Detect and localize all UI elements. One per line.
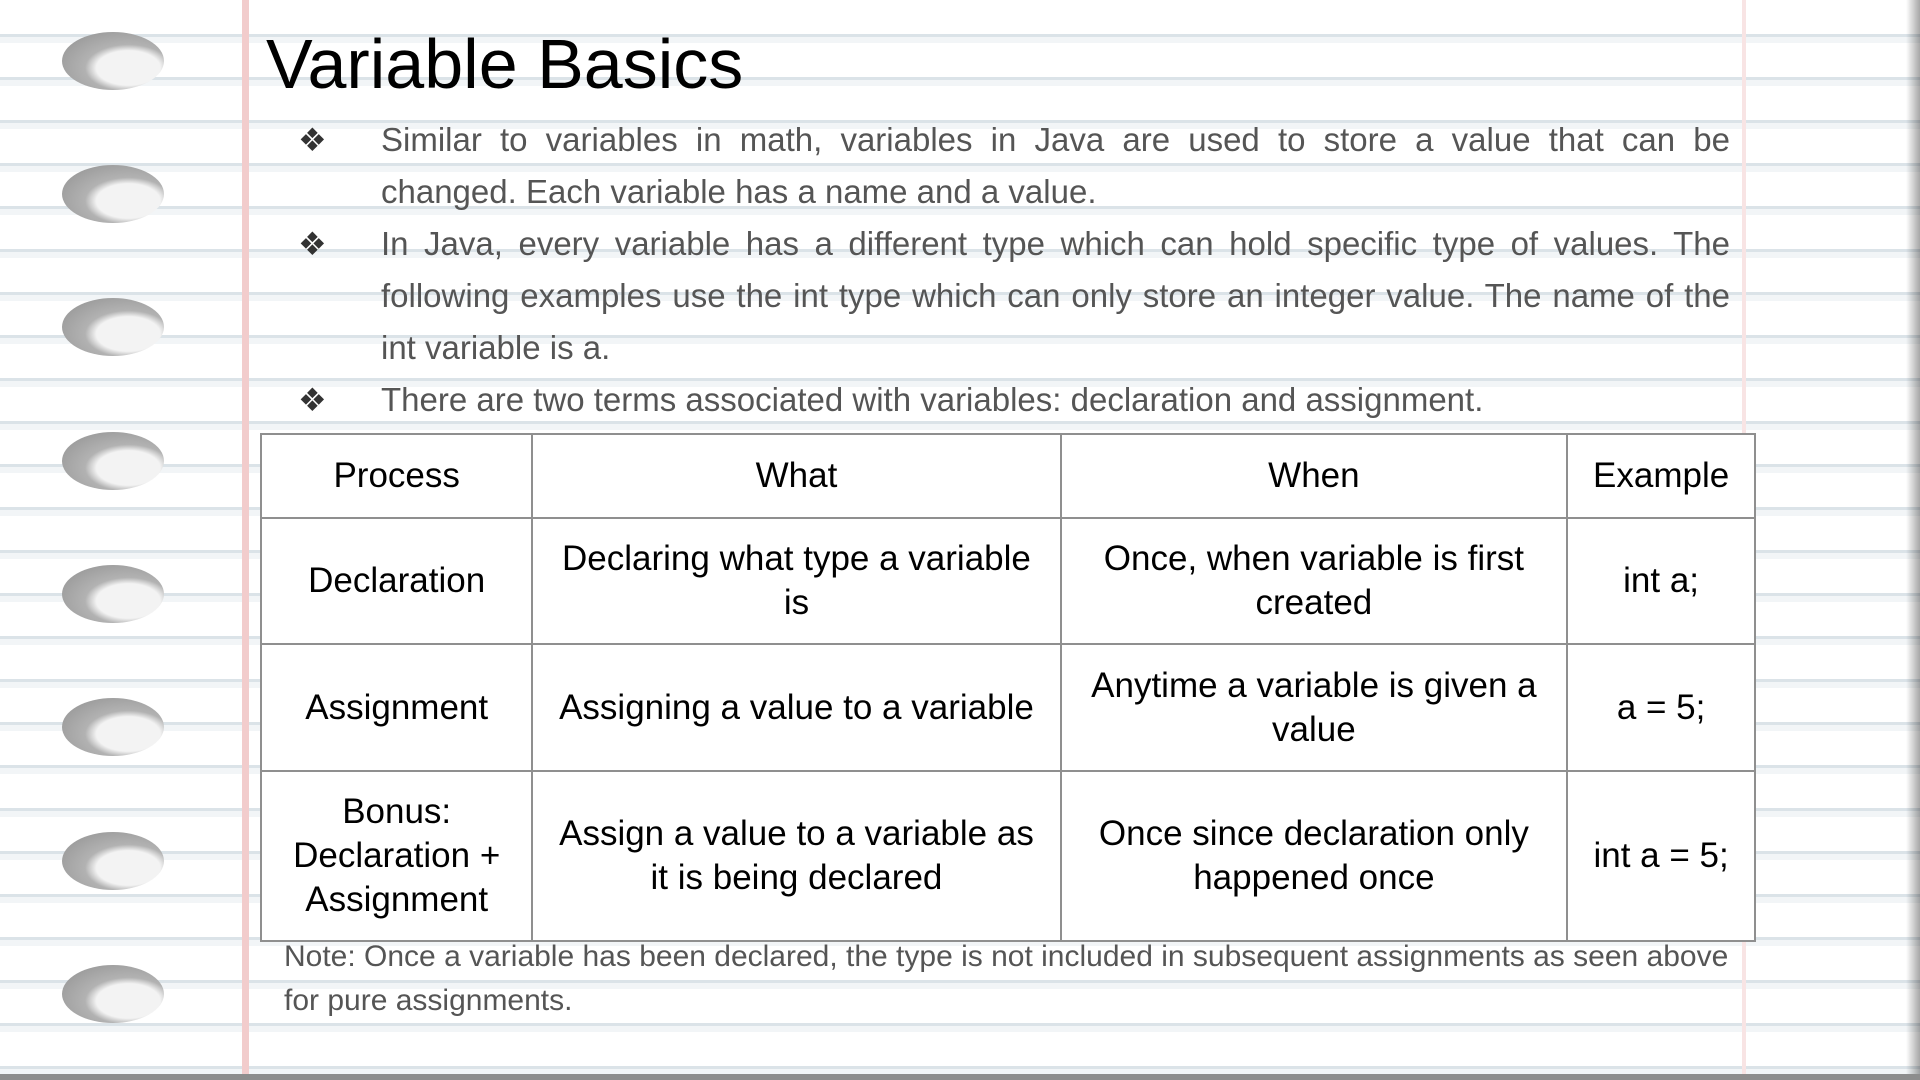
table-cell: Declaration xyxy=(259,517,534,645)
variable-process-table: Process What When Example Declaration De… xyxy=(259,433,1756,942)
table-row: Declaration Declaring what type a variab… xyxy=(259,517,1756,645)
table-row: Bonus: Declaration + Assignment Assign a… xyxy=(259,770,1756,942)
table-cell: Assign a value to a variable as it is be… xyxy=(531,770,1062,942)
bullet-item: ❖ In Java, every variable has a differen… xyxy=(298,218,1730,374)
table-cell: Bonus: Declaration + Assignment xyxy=(259,770,534,942)
binder-hole xyxy=(62,32,164,90)
binder-hole xyxy=(62,965,164,1023)
page-edge-shadow xyxy=(1906,0,1920,1080)
table-cell: Declaring what type a variable is xyxy=(531,517,1062,645)
page-bottom-shadow xyxy=(0,1074,1920,1080)
diamond-bullet-icon: ❖ xyxy=(298,122,327,158)
bullet-item: ❖ Similar to variables in math, variable… xyxy=(298,114,1730,218)
bullet-text: Similar to variables in math, variables … xyxy=(381,121,1730,210)
diamond-bullet-icon: ❖ xyxy=(298,226,327,262)
table-cell: int a = 5; xyxy=(1566,770,1756,942)
margin-line-left xyxy=(242,0,249,1080)
binder-hole xyxy=(62,565,164,623)
table-row: Assignment Assigning a value to a variab… xyxy=(259,643,1756,772)
slide-title: Variable Basics xyxy=(266,25,744,103)
bullet-list: ❖ Similar to variables in math, variable… xyxy=(298,114,1730,426)
binder-hole xyxy=(62,298,164,356)
diamond-bullet-icon: ❖ xyxy=(298,382,327,418)
binder-hole xyxy=(62,698,164,756)
table-header-row: Process What When Example xyxy=(259,433,1756,519)
header-what: What xyxy=(531,433,1062,519)
binder-hole xyxy=(62,165,164,223)
table-cell: int a; xyxy=(1566,517,1756,645)
binder-hole xyxy=(62,432,164,490)
bullet-item: ❖ There are two terms associated with va… xyxy=(298,374,1730,426)
bullet-text: There are two terms associated with vari… xyxy=(381,381,1484,418)
header-when: When xyxy=(1059,433,1569,519)
bullet-text: In Java, every variable has a different … xyxy=(381,225,1730,366)
table-cell: a = 5; xyxy=(1566,643,1756,772)
header-example: Example xyxy=(1566,433,1756,519)
table-cell: Assigning a value to a variable xyxy=(531,643,1062,772)
header-process: Process xyxy=(259,433,534,519)
table-cell: Once, when variable is first created xyxy=(1059,517,1569,645)
table-cell: Once since declaration only happened onc… xyxy=(1059,770,1569,942)
binder-holes xyxy=(62,32,168,1032)
table-cell: Anytime a variable is given a value xyxy=(1059,643,1569,772)
binder-hole xyxy=(62,832,164,890)
footnote: Note: Once a variable has been declared,… xyxy=(284,940,1729,1017)
table-cell: Assignment xyxy=(259,643,534,772)
